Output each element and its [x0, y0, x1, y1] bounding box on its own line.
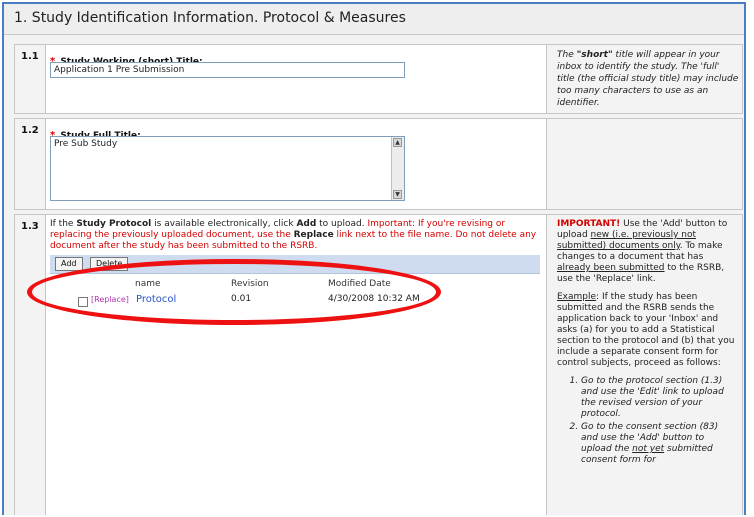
section-header: 1. Study Identification Information. Pro…: [4, 4, 744, 35]
delete-button[interactable]: Delete: [90, 257, 129, 271]
scroll-up-arrow-icon[interactable]: ▲: [393, 138, 402, 147]
help-text-protocol: IMPORTANT! Use the 'Add' button to uploa…: [557, 219, 737, 468]
help-panel-1-2: [553, 119, 739, 209]
column-header-modified-date: Modified Date: [328, 279, 391, 289]
form-frame: 1. Study Identification Information. Pro…: [2, 2, 746, 515]
row-number: 1.2: [15, 119, 46, 209]
document-modified-date: 4/30/2008 10:32 AM: [328, 294, 420, 304]
add-button[interactable]: Add: [55, 257, 83, 271]
table-row: [Replace] Protocol 0.01 4/30/2008 10:32 …: [46, 294, 546, 311]
textarea-scrollbar[interactable]: ▲ ▼: [391, 137, 404, 200]
row-1-2: 1.2 * Study Full Title: Pre Sub Study ▲ …: [14, 118, 743, 210]
document-toolbar: Add Delete: [50, 255, 540, 274]
column-header-name: name: [135, 279, 161, 289]
document-name-link[interactable]: Protocol: [136, 294, 176, 305]
row-select-checkbox[interactable]: [78, 297, 88, 307]
row-number: 1.1: [15, 45, 46, 113]
row-1-3: 1.3 If the Study Protocol is available e…: [14, 214, 743, 515]
short-title-input[interactable]: Application 1 Pre Submission: [50, 62, 405, 78]
row-number: 1.3: [15, 215, 46, 515]
replace-link[interactable]: [Replace]: [91, 295, 129, 304]
row-main: If the Study Protocol is available elect…: [46, 215, 547, 515]
help-steps-list: Go to the protocol section (1.3) and use…: [557, 376, 737, 466]
help-step: Go to the protocol section (1.3) and use…: [581, 376, 737, 420]
protocol-instructions: If the Study Protocol is available elect…: [50, 219, 537, 251]
row-1-1: 1.1 * Study Working (short) Title: Appli…: [14, 44, 743, 114]
help-panel-1-1: The "short" title will appear in your in…: [553, 45, 739, 113]
help-panel-1-3: IMPORTANT! Use the 'Add' button to uploa…: [553, 215, 739, 515]
row-main: * Study Full Title: Pre Sub Study ▲ ▼: [46, 119, 547, 209]
row-main: * Study Working (short) Title: Applicati…: [46, 45, 547, 113]
full-title-textarea[interactable]: Pre Sub Study ▲ ▼: [50, 136, 405, 201]
help-text-short-title: The "short" title will appear in your in…: [557, 50, 739, 108]
scroll-down-arrow-icon[interactable]: ▼: [393, 190, 402, 199]
help-step: Go to the consent section (83) and use t…: [581, 422, 737, 466]
document-revision: 0.01: [231, 294, 252, 304]
column-header-revision: Revision: [231, 279, 269, 289]
section-title: 1. Study Identification Information. Pro…: [14, 10, 406, 26]
